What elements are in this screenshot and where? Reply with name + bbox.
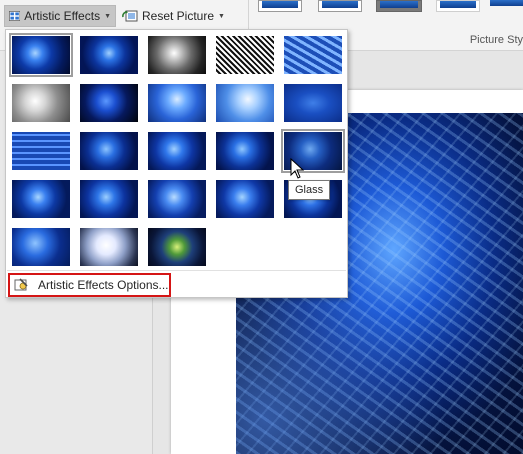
effect-preview-image: [80, 228, 138, 266]
artistic-effects-options-item[interactable]: Artistic Effects Options...: [8, 273, 171, 297]
picture-style-thumb[interactable]: [490, 0, 523, 12]
picture-style-thumb[interactable]: [318, 0, 362, 12]
effect-preview-image: [12, 36, 70, 74]
effect-preview-image: [284, 84, 342, 122]
effect-thumbnail[interactable]: [77, 129, 141, 173]
reset-picture-label: Reset Picture: [142, 9, 215, 23]
effect-preview-image: [148, 132, 206, 170]
effect-thumbnail[interactable]: [281, 81, 345, 125]
effect-thumbnail[interactable]: [213, 81, 277, 125]
effect-thumbnail[interactable]: [145, 129, 209, 173]
mouse-pointer-icon: [290, 158, 304, 179]
effect-preview-image: [148, 180, 206, 218]
effect-preview-image: [216, 36, 274, 74]
artistic-effects-options-icon: [14, 278, 28, 291]
effect-preview-image: [80, 132, 138, 170]
artistic-effects-icon: [9, 11, 21, 21]
effect-preview-image: [284, 36, 342, 74]
effect-preview-image: [12, 84, 70, 122]
menu-divider: [7, 270, 346, 271]
effect-preview-image: [80, 180, 138, 218]
picture-styles-group-label: Picture Sty: [469, 34, 523, 46]
picture-style-thumb[interactable]: [376, 0, 422, 12]
effect-thumbnail[interactable]: [145, 225, 209, 269]
glass-tooltip: Glass: [288, 180, 331, 200]
chevron-down-icon: ▼: [218, 12, 225, 20]
effect-thumbnail[interactable]: [213, 177, 277, 221]
effect-thumbnail[interactable]: [77, 177, 141, 221]
effect-preview-image: [216, 132, 274, 170]
picture-style-thumb[interactable]: [258, 0, 302, 12]
effect-thumbnail[interactable]: [9, 177, 73, 221]
effect-thumbnail[interactable]: [9, 81, 73, 125]
artistic-effects-label: Artistic Effects: [24, 9, 101, 23]
effect-thumbnail[interactable]: [77, 81, 141, 125]
effect-thumbnail[interactable]: [9, 33, 73, 77]
effect-thumbnail[interactable]: [213, 33, 277, 77]
effect-preview-image: [148, 84, 206, 122]
effect-preview-image: [80, 84, 138, 122]
effect-preview-image: [148, 228, 206, 266]
picture-style-thumb[interactable]: [436, 0, 480, 12]
effect-thumbnail[interactable]: [145, 81, 209, 125]
effect-thumbnail[interactable]: [281, 33, 345, 77]
reset-picture-button[interactable]: Reset Picture ▼: [118, 5, 230, 27]
effect-thumbnail[interactable]: [9, 225, 73, 269]
effect-preview-image: [148, 36, 206, 74]
effect-preview-image: [80, 36, 138, 74]
chevron-down-icon: ▼: [104, 12, 111, 20]
effect-preview-image: [216, 84, 274, 122]
artistic-effects-button[interactable]: Artistic Effects ▼: [4, 5, 116, 27]
effect-thumbnail[interactable]: [213, 129, 277, 173]
effect-preview-image: [12, 228, 70, 266]
artistic-effects-options-label: Artistic Effects Options...: [38, 278, 169, 292]
effect-preview-image: [12, 132, 70, 170]
effect-preview-image: [216, 180, 274, 218]
effect-preview-image: [12, 180, 70, 218]
effect-thumbnail[interactable]: [9, 129, 73, 173]
effect-thumbnail[interactable]: [77, 225, 141, 269]
effect-thumbnail[interactable]: [145, 33, 209, 77]
effect-thumbnail[interactable]: [145, 177, 209, 221]
reset-picture-icon: [122, 10, 138, 22]
effect-thumbnail[interactable]: [77, 33, 141, 77]
